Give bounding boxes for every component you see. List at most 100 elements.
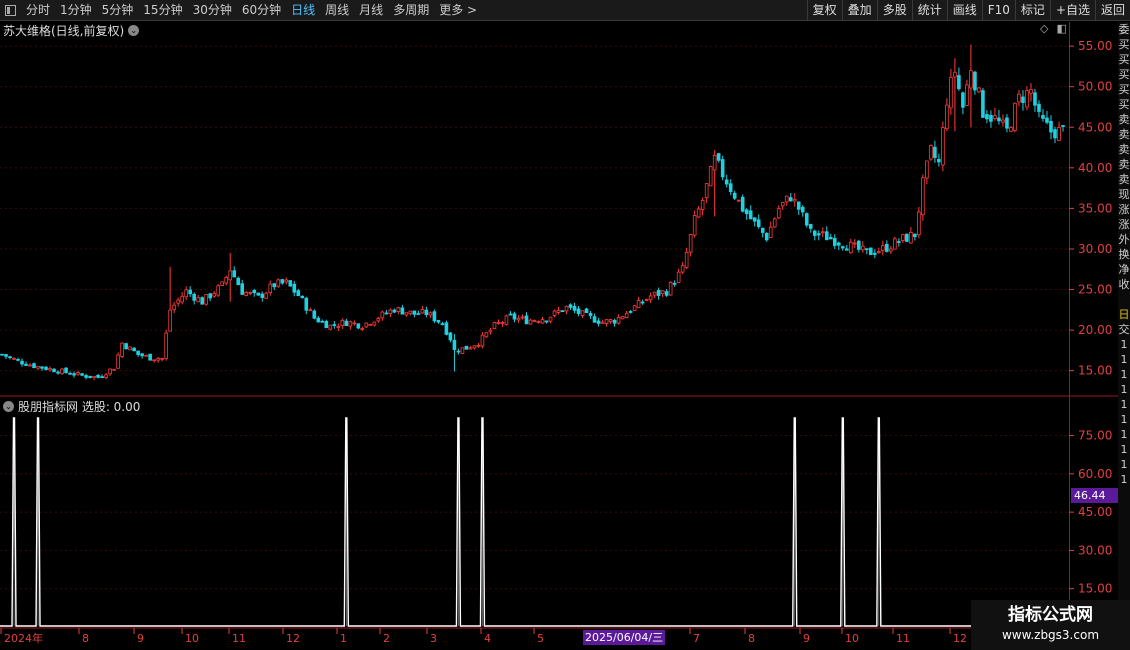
candle-body bbox=[616, 316, 621, 324]
indicator-y-tick-label: 15.00 bbox=[1078, 582, 1112, 596]
candle-body bbox=[320, 320, 325, 323]
side-strip-char: 卖 bbox=[1118, 113, 1130, 126]
candle-body bbox=[676, 271, 681, 283]
candle-body bbox=[336, 326, 341, 328]
candle-body bbox=[268, 283, 273, 293]
candle-body bbox=[989, 114, 993, 122]
candle-body bbox=[568, 304, 573, 308]
candle-body bbox=[212, 293, 217, 297]
candle-body bbox=[364, 322, 369, 328]
candle-body bbox=[508, 313, 513, 316]
side-strip-char: 1 bbox=[1120, 398, 1128, 411]
side-strip-char: 净 bbox=[1118, 263, 1130, 276]
x-tick-label: 1 bbox=[340, 632, 347, 645]
candle-body bbox=[120, 342, 124, 357]
candle-body bbox=[949, 76, 953, 109]
x-tick-label: 4 bbox=[484, 632, 491, 645]
candle-body bbox=[808, 224, 813, 229]
candle-body bbox=[556, 310, 561, 313]
candle-body bbox=[504, 315, 509, 325]
candle-body bbox=[564, 305, 569, 312]
candle-body bbox=[985, 114, 989, 120]
side-strip-char: 涨 bbox=[1118, 203, 1130, 216]
candle-body bbox=[816, 233, 821, 236]
candle-body bbox=[752, 217, 757, 222]
candle-body bbox=[740, 196, 745, 212]
x-tick-label: 10 bbox=[185, 632, 199, 645]
x-tick-label: 3 bbox=[430, 632, 437, 645]
candle-body bbox=[460, 347, 465, 354]
candle-body bbox=[720, 159, 725, 178]
quote-side-strip: 委买买买买买卖卖卖卖卖现涨涨外换净收 日交1111111111 bbox=[1118, 22, 1130, 629]
candle-body bbox=[572, 306, 577, 311]
indicator-y-tick-label: 30.00 bbox=[1078, 543, 1112, 557]
candle-body bbox=[208, 293, 212, 299]
candle-body bbox=[92, 375, 96, 379]
candle-body bbox=[308, 309, 313, 312]
candle-body bbox=[652, 291, 657, 296]
diamond-icon[interactable]: ◇ bbox=[1040, 22, 1048, 35]
candle-body bbox=[476, 344, 481, 347]
x-tick-label: 12 bbox=[286, 632, 300, 645]
candle-body bbox=[1037, 103, 1041, 112]
candle-body bbox=[696, 208, 701, 218]
candle-body bbox=[44, 366, 48, 371]
candle-body bbox=[1005, 117, 1009, 129]
candle-body bbox=[600, 321, 605, 324]
candle-body bbox=[360, 328, 365, 330]
candle-body bbox=[456, 350, 461, 353]
candle-body bbox=[728, 183, 733, 192]
candle-body bbox=[1013, 102, 1017, 131]
chevron-down-icon[interactable]: ⌄ bbox=[128, 25, 140, 36]
window-icon[interactable]: ◧ bbox=[1056, 22, 1066, 35]
candle-body bbox=[640, 301, 645, 304]
candle-body bbox=[684, 251, 689, 268]
side-strip-char: 1 bbox=[1120, 353, 1128, 366]
side-strip-char: 日 bbox=[1118, 308, 1130, 321]
candle-body bbox=[772, 218, 777, 228]
candle-body bbox=[512, 313, 517, 320]
x-tick-label: 2 bbox=[383, 632, 390, 645]
candle-body bbox=[716, 153, 721, 161]
candle-body bbox=[452, 339, 457, 350]
candle-body bbox=[248, 291, 253, 294]
side-strip-char: 买 bbox=[1118, 68, 1130, 81]
side-strip-char: 买 bbox=[1118, 38, 1130, 51]
side-strip-char: 收 bbox=[1118, 278, 1130, 291]
chart-area[interactable]: 15.00 20.00 25.00 30.00 35.00 40.00 45.00 50.00… bbox=[0, 0, 1130, 650]
candle-body bbox=[472, 345, 477, 349]
candle-body bbox=[68, 372, 72, 375]
candle-body bbox=[832, 238, 837, 246]
candle-body bbox=[1025, 90, 1029, 108]
side-strip-char: 1 bbox=[1120, 368, 1128, 381]
candle-body bbox=[632, 305, 637, 311]
candle-body bbox=[812, 230, 817, 236]
candle-body bbox=[844, 248, 849, 251]
candle-body bbox=[1045, 117, 1049, 123]
candle-body bbox=[981, 90, 985, 118]
candle-body bbox=[724, 179, 729, 185]
candle-body bbox=[340, 319, 345, 326]
x-tick-label: 11 bbox=[232, 632, 246, 645]
candle-body bbox=[420, 309, 425, 314]
candle-body bbox=[664, 291, 669, 296]
candle-body bbox=[312, 310, 317, 319]
chevron-down-icon[interactable]: ⌄ bbox=[3, 401, 14, 412]
candle-body bbox=[544, 320, 549, 323]
candle-body bbox=[780, 202, 785, 207]
candle-body bbox=[660, 290, 665, 295]
candle-body bbox=[80, 373, 84, 376]
candle-body bbox=[104, 374, 108, 378]
candle-body bbox=[260, 293, 265, 298]
candle-body bbox=[925, 160, 929, 179]
candle-body bbox=[768, 226, 773, 238]
candle-body bbox=[324, 320, 329, 329]
candle-body bbox=[140, 353, 144, 357]
candle-body bbox=[917, 211, 921, 236]
candle-body bbox=[588, 313, 593, 316]
candle-body bbox=[977, 87, 981, 93]
candle-body bbox=[744, 209, 749, 215]
candle-body bbox=[520, 316, 525, 319]
candle-body bbox=[784, 195, 789, 203]
candle-body bbox=[496, 322, 501, 324]
